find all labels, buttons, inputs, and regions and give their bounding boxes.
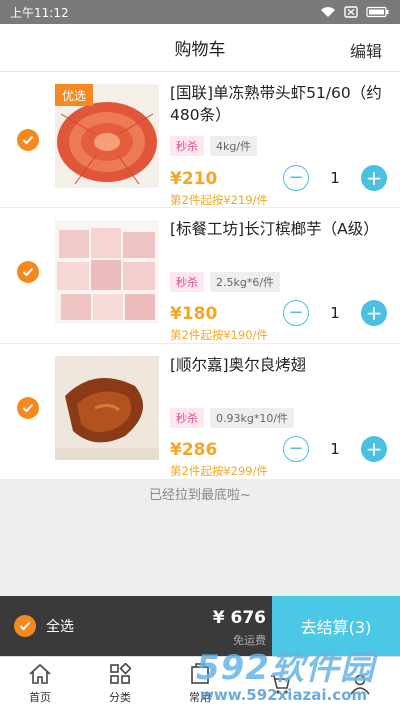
wifi-icon xyxy=(321,7,335,17)
battery-icon xyxy=(366,6,389,18)
tier-price: 第2件起按¥299/件 xyxy=(170,464,268,478)
edit-button[interactable]: 编辑 xyxy=(350,38,382,62)
status-icons xyxy=(320,6,390,18)
item-checkbox[interactable] xyxy=(17,261,39,283)
page-title: 购物车 xyxy=(174,40,226,60)
checkmark-icon xyxy=(22,403,34,413)
product-name[interactable]: [国联]单冻熟带头虾51/60（约480条） xyxy=(170,82,392,126)
tab-category[interactable]: 分类 xyxy=(80,657,160,711)
select-all-label[interactable]: 全选 xyxy=(46,616,74,636)
watermark: 592软件园 www.592xiazai.com xyxy=(196,640,400,711)
spec-badge: 0.93kg*10/件 xyxy=(210,408,295,428)
decrease-button[interactable]: − xyxy=(283,436,309,462)
tier-price: 第2件起按¥219/件 xyxy=(170,193,268,207)
header-bar: 购物车 编辑 xyxy=(0,24,400,72)
no-sim-icon xyxy=(344,6,358,18)
flash-sale-badge: 秒杀 xyxy=(170,136,204,156)
increase-button[interactable]: + xyxy=(361,165,387,191)
increase-button[interactable]: + xyxy=(361,436,387,462)
status-time: 上午11:12 xyxy=(10,5,69,20)
product-price: ¥286 xyxy=(170,440,218,460)
quantity-stepper: − 1 + xyxy=(283,300,387,326)
checkmark-icon xyxy=(22,267,34,277)
spec-badge: 2.5kg*6/件 xyxy=(210,272,281,292)
product-image[interactable] xyxy=(55,356,159,460)
flash-sale-badge: 秒杀 xyxy=(170,272,204,292)
category-icon xyxy=(110,663,131,684)
tab-category-label: 分类 xyxy=(109,691,131,704)
total-price: ¥ 676 xyxy=(212,608,266,628)
watermark-brand: 592软件园 xyxy=(196,648,375,688)
tab-home[interactable]: 首页 xyxy=(0,657,80,711)
item-checkbox[interactable] xyxy=(17,129,39,151)
chicken-wing-photo xyxy=(55,356,159,460)
product-image[interactable]: 优选 xyxy=(55,84,159,188)
item-checkbox[interactable] xyxy=(17,397,39,419)
home-icon xyxy=(29,663,51,684)
quantity-value: 1 xyxy=(330,440,340,458)
cart-item: [顺尔嘉]奥尔良烤翅 秒杀 0.93kg*10/件 ¥286 第2件起按¥299… xyxy=(0,344,400,480)
increase-button[interactable]: + xyxy=(361,300,387,326)
product-badges: 秒杀 2.5kg*6/件 xyxy=(170,272,281,292)
quantity-stepper: − 1 + xyxy=(283,436,387,462)
featured-tag: 优选 xyxy=(55,84,93,106)
spec-badge: 4kg/件 xyxy=(210,136,258,156)
product-badges: 秒杀 0.93kg*10/件 xyxy=(170,408,295,428)
product-price: ¥180 xyxy=(170,304,218,324)
cart-item: [标餐工坊]长汀槟榔芋（A级） 秒杀 2.5kg*6/件 ¥180 第2件起按¥… xyxy=(0,208,400,344)
tier-price: 第2件起按¥190/件 xyxy=(170,328,268,342)
taro-photo xyxy=(55,220,159,324)
checkmark-icon xyxy=(22,135,34,145)
decrease-button[interactable]: − xyxy=(283,300,309,326)
checkmark-icon xyxy=(19,621,31,631)
list-end-tip: 已经拉到最底啦~ xyxy=(149,488,251,503)
flash-sale-badge: 秒杀 xyxy=(170,408,204,428)
cart-item: 优选 [国联]单冻熟带头虾51/60（约480条） 秒杀 4kg/件 ¥210 … xyxy=(0,72,400,208)
product-price: ¥210 xyxy=(170,169,218,189)
tab-home-label: 首页 xyxy=(29,691,51,704)
status-bar: 上午11:12 xyxy=(0,0,400,24)
product-name[interactable]: [顺尔嘉]奥尔良烤翅 xyxy=(170,354,392,376)
product-badges: 秒杀 4kg/件 xyxy=(170,136,258,156)
watermark-url: www.592xiazai.com xyxy=(200,686,368,704)
product-name[interactable]: [标餐工坊]长汀槟榔芋（A级） xyxy=(170,218,392,240)
select-all-checkbox[interactable] xyxy=(14,615,36,637)
quantity-value: 1 xyxy=(330,304,340,322)
quantity-stepper: − 1 + xyxy=(283,165,387,191)
quantity-value: 1 xyxy=(330,169,340,187)
product-image[interactable] xyxy=(55,220,159,324)
decrease-button[interactable]: − xyxy=(283,165,309,191)
